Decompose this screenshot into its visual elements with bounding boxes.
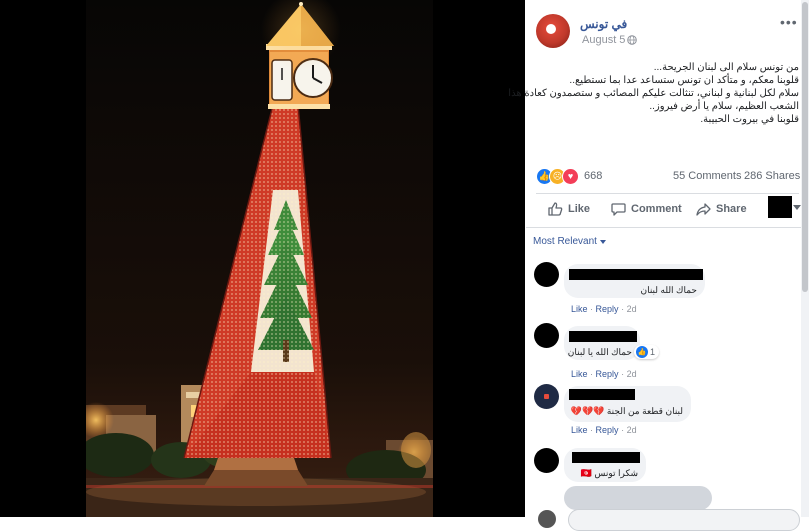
post-panel: في تونس August 5 ••• من تونس سلام الى لب…: [508, 0, 809, 531]
caret-down-icon: [599, 239, 606, 244]
comment-reply-link[interactable]: Reply: [596, 304, 619, 314]
redacted-commenter-name[interactable]: [569, 331, 637, 342]
reaction-count: 668: [584, 170, 603, 182]
comment-like-link[interactable]: Like: [571, 425, 588, 435]
commenter-avatar[interactable]: [534, 384, 559, 409]
ellipsis-icon[interactable]: •••: [780, 14, 798, 30]
comment-like-link[interactable]: Like: [571, 369, 588, 379]
divider: [536, 193, 799, 194]
comment-bubble: حماك الله لبنان: [564, 264, 705, 298]
post-text: من تونس سلام الى لبنان الجريحة... قلوبنا…: [508, 61, 799, 126]
scrollbar[interactable]: [801, 0, 809, 517]
chevron-down-icon[interactable]: [793, 205, 801, 210]
share-icon: [696, 203, 711, 216]
love-reaction-icon: ♥: [562, 167, 579, 185]
divider: [526, 227, 801, 228]
comments-count[interactable]: 55 Comments: [673, 170, 741, 182]
comment-text: حماك الله يا لبنان: [567, 347, 632, 357]
post-line: الشعب العظيم، سلام يا أرض فيروز..: [649, 101, 799, 112]
like-reaction-icon: 👍: [636, 346, 648, 358]
action-bar: Like Comment Share: [536, 196, 801, 224]
photo-viewer[interactable]: [0, 0, 525, 517]
comment-text: شكرا تونس 🇹🇳: [580, 468, 638, 478]
comment-text: حماك الله لبنان: [640, 285, 697, 295]
clock-tower-illustration: [86, 0, 433, 517]
comment-bubble: حماك الله يا لبنان: [564, 326, 640, 360]
comment-meta: Like · Reply · 2d: [571, 304, 637, 314]
page-name[interactable]: في تونس: [580, 17, 627, 31]
comment-icon: [611, 203, 626, 216]
comment-meta: Like · Reply · 2d: [571, 425, 637, 435]
comment-meta: Like · Reply · 2d: [571, 369, 637, 379]
page-avatar[interactable]: [536, 14, 570, 48]
share-button[interactable]: Share: [696, 202, 747, 216]
reactions-summary[interactable]: 👍 ☹ ♥ 668: [536, 167, 603, 185]
comment-reaction-count: 1: [650, 347, 656, 357]
comment-text: لبنان قطعة من الجنة 💔💔💔: [570, 406, 683, 416]
comment-image-preview[interactable]: [564, 486, 712, 510]
post-photo[interactable]: [86, 0, 433, 517]
comment-time[interactable]: 2d: [627, 369, 637, 379]
redacted-avatar[interactable]: [534, 448, 559, 473]
post-line: سلام لكل لبنانية و لبناني، تنثالت عليكم …: [508, 88, 799, 99]
comment-like-link[interactable]: Like: [571, 304, 588, 314]
shares-count[interactable]: 286 Shares: [744, 170, 800, 182]
thumbs-up-icon: [548, 202, 563, 216]
comment-label: Comment: [631, 203, 682, 215]
scrollbar-thumb[interactable]: [802, 2, 808, 292]
like-button[interactable]: Like: [548, 202, 590, 216]
redacted-commenter-name[interactable]: [572, 452, 640, 463]
post-line: من تونس سلام الى لبنان الجريحة...: [653, 62, 799, 73]
current-user-avatar[interactable]: [538, 510, 556, 528]
comment-sort-dropdown[interactable]: Most Relevant: [533, 236, 606, 247]
globe-icon: [627, 35, 637, 45]
like-label: Like: [568, 203, 591, 215]
comment-button[interactable]: Comment: [611, 202, 682, 216]
comment-bubble: لبنان قطعة من الجنة 💔💔💔: [564, 386, 691, 422]
share-label: Share: [716, 203, 747, 215]
redacted-avatar[interactable]: [534, 262, 559, 287]
comment-bubble: شكرا تونس 🇹🇳: [564, 448, 646, 482]
write-comment-input[interactable]: [568, 509, 800, 531]
post-date[interactable]: August 5: [582, 34, 625, 46]
post-line: قلوبنا معكم، و متأكد ان تونس ستساعد عدا …: [569, 75, 799, 86]
comment-reply-link[interactable]: Reply: [596, 369, 619, 379]
post-line: قلوبنا في بيروت الحبيبة.: [700, 114, 799, 125]
redacted-commenter-name[interactable]: [569, 269, 703, 280]
comment-reaction-badge[interactable]: 👍 1: [634, 345, 660, 359]
redacted-profile-picker[interactable]: [768, 196, 792, 218]
redacted-commenter-name[interactable]: [569, 389, 635, 400]
sort-label: Most Relevant: [533, 236, 597, 247]
comment-reply-link[interactable]: Reply: [596, 425, 619, 435]
comment-time[interactable]: 2d: [627, 304, 637, 314]
redacted-avatar[interactable]: [534, 323, 559, 348]
comment-time[interactable]: 2d: [627, 425, 637, 435]
